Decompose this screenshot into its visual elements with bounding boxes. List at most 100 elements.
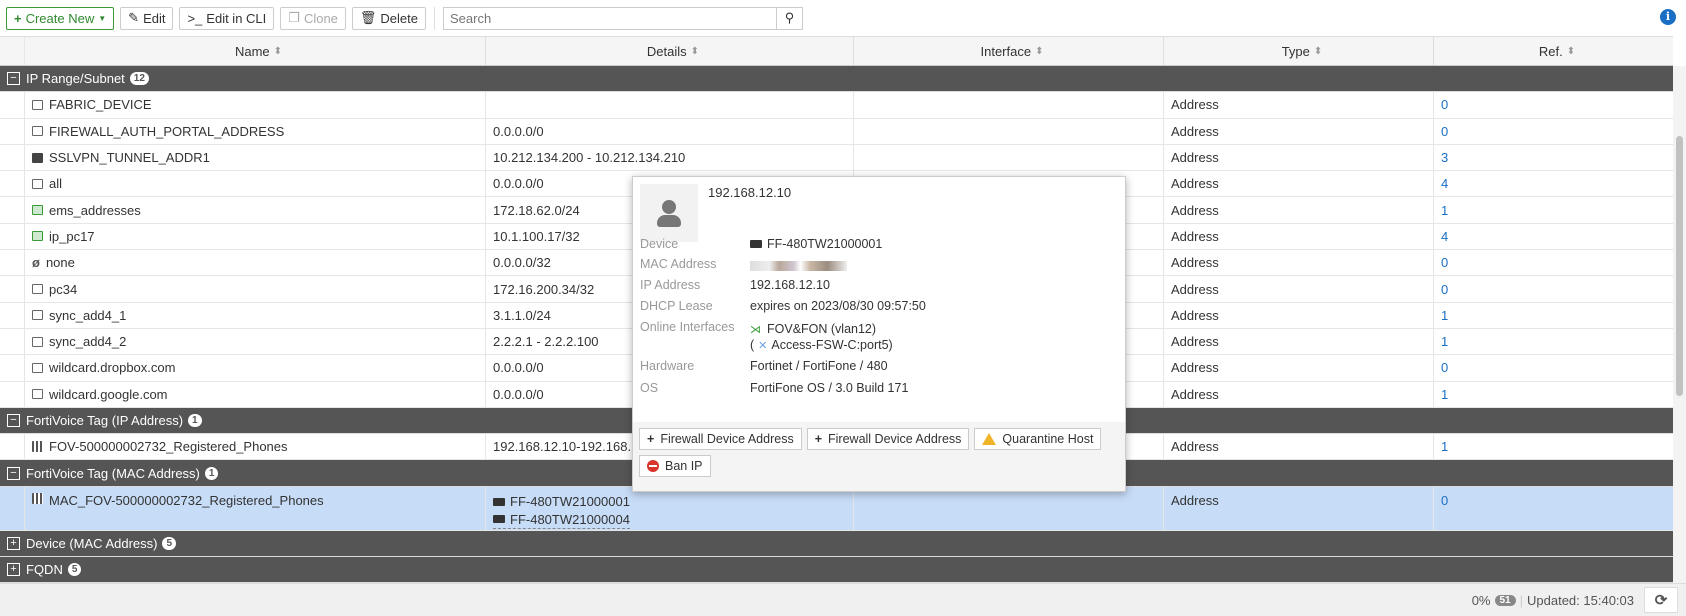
- ref-count-link[interactable]: 1: [1441, 439, 1448, 454]
- cell-type: Address: [1163, 486, 1433, 530]
- scrollbar-thumb[interactable]: [1676, 136, 1683, 396]
- add-firewall-device-address-button[interactable]: + Firewall Device Address: [639, 428, 802, 450]
- cell-name: SSLVPN_TUNNEL_ADDR1: [24, 144, 485, 171]
- search-icon[interactable]: ⚲: [776, 7, 802, 29]
- column-type[interactable]: Type ⬍: [1163, 37, 1433, 65]
- cell-ref: 0: [1433, 92, 1673, 118]
- column-ref[interactable]: Ref. ⬍: [1433, 37, 1673, 65]
- cell-type: Address: [1163, 197, 1433, 223]
- row-select[interactable]: [0, 119, 24, 144]
- refresh-button[interactable]: ⟳: [1644, 587, 1678, 613]
- row-select[interactable]: [0, 250, 24, 275]
- expand-icon[interactable]: +: [7, 563, 20, 577]
- column-name[interactable]: Name ⬍: [24, 37, 485, 65]
- cell-name: FOV-500000002732_Registered_Phones: [24, 434, 485, 460]
- cell-name: FIREWALL_AUTH_PORTAL_ADDRESS: [24, 118, 485, 144]
- column-details[interactable]: Details ⬍: [485, 37, 853, 65]
- ref-count-link[interactable]: 0: [1441, 493, 1448, 508]
- ref-count-link[interactable]: 4: [1441, 229, 1448, 244]
- trash-icon: 🗑: [359, 10, 377, 25]
- group-count-badge: 5: [162, 536, 177, 550]
- sort-icon: ⬍: [1313, 45, 1323, 57]
- group-header[interactable]: + Device (MAC Address) 5: [0, 530, 1673, 558]
- table-row[interactable]: FABRIC_DEVICE Address 0: [0, 92, 1673, 119]
- cell-type: Address: [1163, 276, 1433, 302]
- ref-count-link[interactable]: 0: [1441, 360, 1448, 375]
- ban-ip-button[interactable]: Ban IP: [639, 455, 711, 477]
- row-select[interactable]: [0, 276, 24, 301]
- ref-count-link[interactable]: 0: [1441, 97, 1448, 112]
- ref-count-link[interactable]: 3: [1441, 150, 1448, 165]
- cell-ref: 1: [1433, 197, 1673, 223]
- row-select[interactable]: [0, 171, 24, 196]
- table-row[interactable]: MAC_FOV-500000002732_Registered_Phones FF…: [0, 486, 1673, 531]
- row-select[interactable]: [0, 382, 24, 407]
- popup-title: 192.168.12.10: [708, 185, 792, 200]
- plus-icon: +: [647, 432, 655, 446]
- cell-name: pc34: [24, 276, 485, 302]
- table-row[interactable]: SSLVPN_TUNNEL_ADDR1 10.212.134.200 - 10.2…: [0, 144, 1673, 172]
- cell-name: all: [24, 171, 485, 197]
- cell-ref: 1: [1433, 434, 1673, 460]
- vertical-scrollbar[interactable]: [1673, 66, 1686, 583]
- cell-ref: 4: [1433, 171, 1673, 197]
- collapse-icon[interactable]: −: [7, 72, 20, 86]
- ref-count-link[interactable]: 1: [1441, 387, 1448, 402]
- delete-button[interactable]: 🗑 Delete: [351, 6, 426, 30]
- device-tooltip-popup: 192.168.12.10 Device FF-480TW21000001 MAC…: [632, 176, 1126, 492]
- clone-button[interactable]: ❐ Clone: [280, 6, 346, 30]
- toolbar-divider: [434, 6, 435, 30]
- table-row[interactable]: FIREWALL_AUTH_PORTAL_ADDRESS 0.0.0.0/0 Add…: [0, 118, 1673, 145]
- ref-count-link[interactable]: 1: [1441, 203, 1448, 218]
- address-icon: [32, 389, 43, 400]
- cell-name: MAC_FOV-500000002732_Registered_Phones: [24, 486, 485, 530]
- device-entry[interactable]: FF-480TW21000001: [493, 493, 630, 511]
- add-firewall-device-address-button-2[interactable]: + Firewall Device Address: [806, 428, 970, 450]
- group-header[interactable]: − IP Range/Subnet 12: [0, 66, 1673, 93]
- popup-actions: + Firewall Device Address + Firewall Devic…: [633, 422, 1125, 491]
- group-header[interactable]: + FQDN 5: [0, 557, 1673, 584]
- edit-button[interactable]: ✎ Edit: [120, 6, 174, 30]
- ref-count-link[interactable]: 0: [1441, 255, 1448, 270]
- cell-type: Address: [1163, 92, 1433, 118]
- cell-interface: [853, 486, 1163, 530]
- ref-count-link[interactable]: 4: [1441, 176, 1448, 191]
- ref-count-link[interactable]: 0: [1441, 124, 1448, 139]
- row-select[interactable]: [0, 487, 24, 530]
- ref-count-link[interactable]: 1: [1441, 308, 1448, 323]
- address-group-icon: [32, 441, 43, 453]
- select-all-column[interactable]: [0, 37, 24, 65]
- create-new-button[interactable]: + Create New ▼: [6, 6, 115, 30]
- fortifone-device-icon: [493, 515, 505, 524]
- ref-count-link[interactable]: 0: [1441, 282, 1448, 297]
- quarantine-host-button[interactable]: Quarantine Host: [974, 428, 1102, 450]
- info-icon[interactable]: i: [1660, 9, 1676, 25]
- device-entry[interactable]: FF-480TW21000004: [493, 511, 630, 529]
- clone-icon: ❐: [288, 10, 300, 25]
- collapse-icon[interactable]: −: [7, 414, 20, 427]
- address-group-icon: [32, 492, 43, 504]
- cell-type: Address: [1163, 355, 1433, 381]
- cell-ref: 4: [1433, 223, 1673, 250]
- row-select[interactable]: [0, 145, 24, 170]
- collapse-icon[interactable]: −: [7, 466, 20, 480]
- warning-icon: [982, 433, 997, 445]
- plus-icon: +: [814, 432, 823, 446]
- edit-in-cli-button[interactable]: >_ Edit in CLI: [179, 6, 275, 30]
- column-interface[interactable]: Interface ⬍: [853, 37, 1163, 65]
- row-select[interactable]: [0, 434, 24, 459]
- expand-icon[interactable]: +: [7, 536, 20, 550]
- cell-name: ems_addresses: [24, 197, 485, 223]
- switch-port-icon: ✕: [758, 339, 768, 352]
- row-select[interactable]: [0, 92, 24, 117]
- row-select[interactable]: [0, 224, 24, 249]
- cell-name: ø none: [24, 250, 485, 276]
- search-input[interactable]: [444, 7, 776, 29]
- group-count-badge: 1: [188, 414, 202, 427]
- row-select[interactable]: [0, 197, 24, 222]
- row-select[interactable]: [0, 355, 24, 380]
- row-select[interactable]: [0, 329, 24, 354]
- address-icon: [32, 126, 43, 137]
- row-select[interactable]: [0, 303, 24, 328]
- ref-count-link[interactable]: 1: [1441, 334, 1448, 349]
